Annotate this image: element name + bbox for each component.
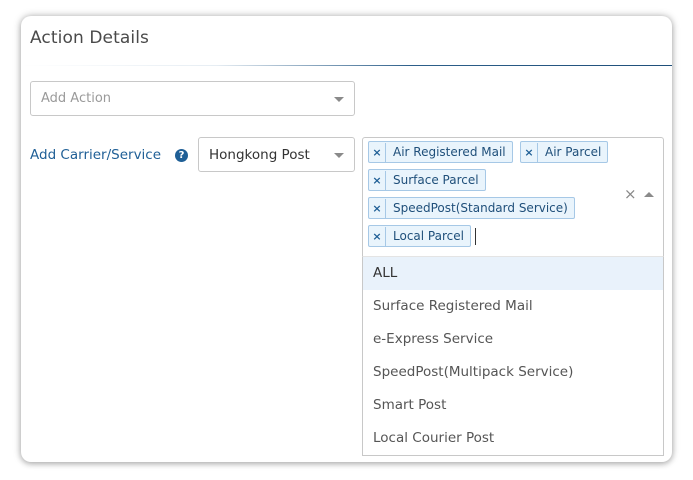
chevron-up-icon[interactable] [644,192,654,197]
question-circle-icon[interactable]: ? [175,149,188,162]
panel-title: Action Details [30,28,149,48]
service-tag-air-registered-mail: × Air Registered Mail [368,141,513,163]
header-divider [21,65,672,66]
remove-tag-icon[interactable]: × [369,227,386,247]
service-tag-local-parcel: × Local Parcel [368,225,471,247]
add-action-placeholder: Add Action [41,91,112,106]
remove-tag-icon[interactable]: × [521,143,538,163]
carrier-select[interactable]: Hongkong Post [198,137,355,172]
service-options-dropdown: ALL Surface Registered Mail e-Express Se… [362,256,664,456]
tag-label: Surface Parcel [393,173,479,187]
service-multiselect[interactable]: × Air Registered Mail × Air Parcel × Surfac… [362,137,664,257]
remove-tag-icon[interactable]: × [369,143,386,163]
option-local-courier-post[interactable]: Local Courier Post [363,422,663,455]
tag-label: Local Parcel [393,229,464,243]
service-tag-surface-parcel: × Surface Parcel [368,169,486,191]
service-tag-speedpost-standard: × SpeedPost(Standard Service) [368,197,575,219]
remove-tag-icon[interactable]: × [369,171,386,191]
chevron-down-icon [334,97,344,102]
add-action-select[interactable]: Add Action [30,81,355,116]
tag-label: Air Registered Mail [393,145,506,159]
option-all[interactable]: ALL [363,257,663,290]
carrier-selected-value: Hongkong Post [209,147,310,163]
option-e-express-service[interactable]: e-Express Service [363,323,663,356]
option-surface-registered-mail[interactable]: Surface Registered Mail [363,290,663,323]
service-tag-air-parcel: × Air Parcel [520,141,609,163]
add-carrier-label: Add Carrier/Service [30,147,162,163]
clear-all-icon[interactable]: × [624,185,637,203]
option-speedpost-multipack[interactable]: SpeedPost(Multipack Service) [363,356,663,389]
tag-label: Air Parcel [545,145,602,159]
text-cursor[interactable] [475,228,476,245]
option-smart-post[interactable]: Smart Post [363,389,663,422]
action-details-panel: Action Details Add Action Add Carrier/Se… [21,16,672,462]
chevron-down-icon [334,153,344,158]
tag-label: SpeedPost(Standard Service) [393,201,568,215]
remove-tag-icon[interactable]: × [369,199,386,219]
